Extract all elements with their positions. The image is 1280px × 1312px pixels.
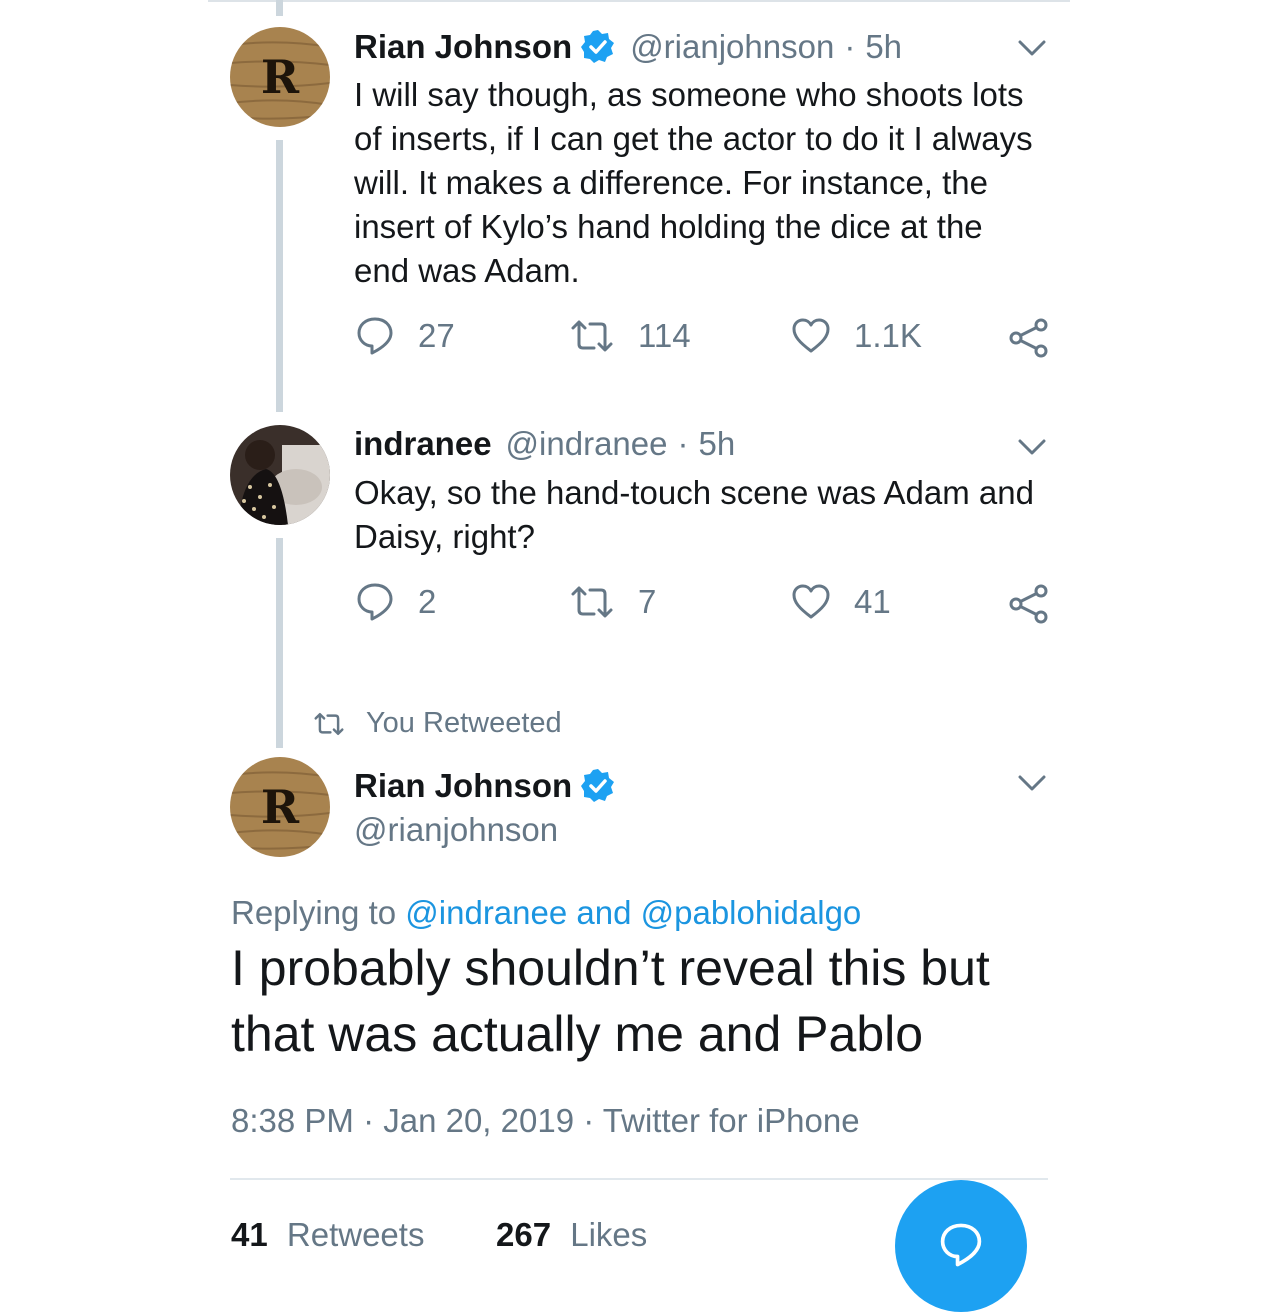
replying-to-link[interactable]: @indranee and @pablohidalgo (405, 894, 861, 931)
avatar[interactable] (230, 425, 330, 525)
divider (230, 1178, 1048, 1180)
author-name[interactable]: Rian Johnson (354, 767, 572, 805)
avatar[interactable]: R (230, 757, 330, 857)
retweets-label: Retweets (286, 1216, 425, 1253)
retweet-count: 7 (638, 583, 657, 620)
retweets-stat[interactable]: 41 Retweets (231, 1216, 424, 1254)
retweet-button[interactable]: 114 (570, 316, 691, 356)
like-count: 41 (854, 583, 891, 620)
like-icon (792, 584, 830, 619)
thread-line (276, 0, 283, 16)
compose-reply-button[interactable] (895, 1180, 1027, 1312)
tweet-text-line: will. It makes a difference. For instanc… (354, 164, 989, 201)
reply-count: 2 (418, 583, 437, 620)
author-name[interactable]: indranee (354, 425, 492, 463)
chevron-down-icon[interactable] (1018, 38, 1046, 58)
retweet-button[interactable]: 7 (570, 582, 656, 622)
like-icon (792, 318, 830, 353)
svg-text:R: R (261, 780, 300, 834)
retweet-icon (313, 710, 345, 743)
tweet-time: 5h (865, 28, 903, 65)
chevron-down-icon[interactable] (1018, 437, 1046, 457)
likes-count: 267 (496, 1216, 552, 1253)
reply-count: 27 (418, 317, 455, 354)
like-count: 1.1K (854, 317, 922, 354)
tweet-text-line: of inserts, if I can get the actor to do… (354, 120, 1033, 157)
reply-icon (357, 317, 393, 355)
compose-reply-icon (940, 1223, 982, 1267)
tweet-timestamp[interactable]: 8:38 PM · Jan 20, 2019 · Twitter for iPh… (231, 1102, 860, 1140)
separator-dot: · (844, 28, 856, 65)
tweet-text-line: end was Adam. (354, 252, 580, 289)
retweet-icon (571, 320, 613, 352)
verified-badge-icon (580, 768, 616, 804)
tweet-header: Rian Johnson @rianjohnson · 5h (354, 28, 902, 66)
tweet-header: Rian Johnson (354, 767, 630, 805)
share-icon[interactable] (1008, 318, 1048, 363)
share-icon[interactable] (1008, 584, 1048, 629)
tweet-text-line: insert of Kylo’s hand holding the dice a… (354, 208, 983, 245)
replying-to: Replying to @indranee and @pablohidalgo (231, 894, 861, 932)
tweet-text-line: Okay, so the hand-touch scene was Adam a… (354, 474, 1034, 511)
thread-line (276, 140, 283, 412)
reply-button[interactable]: 2 (356, 582, 436, 622)
author-name[interactable]: Rian Johnson (354, 28, 572, 66)
avatar[interactable]: R (230, 27, 330, 127)
like-button[interactable]: 41 (792, 582, 891, 622)
likes-label: Likes (570, 1216, 648, 1253)
top-divider (208, 0, 1070, 2)
tweet-text-line: I probably shouldn’t reveal this but (231, 940, 990, 996)
reply-button[interactable]: 27 (356, 316, 455, 356)
chevron-down-icon[interactable] (1018, 773, 1046, 793)
verified-badge-icon (580, 29, 616, 65)
author-handle[interactable]: @rianjohnson (630, 28, 834, 66)
reply-icon (357, 583, 393, 621)
svg-text:R: R (261, 50, 300, 104)
author-handle[interactable]: @rianjohnson (354, 811, 558, 849)
tweet-text-line: Daisy, right? (354, 518, 535, 555)
author-handle[interactable]: @indranee (506, 425, 668, 463)
retweets-count: 41 (231, 1216, 268, 1253)
main-tweet-text: I probably shouldn’t reveal this but tha… (231, 935, 1051, 1067)
retweet-count: 114 (638, 317, 691, 354)
tweet-text-line: that was actually me and Pablo (231, 1006, 924, 1062)
tweet-text: Okay, so the hand-touch scene was Adam a… (354, 471, 1054, 559)
tweet-time: 5h (698, 425, 736, 462)
tweet-header: indranee @indranee · 5h (354, 425, 735, 463)
like-button[interactable]: 1.1K (792, 316, 922, 356)
tweet-text-line: I will say though, as someone who shoots… (354, 76, 1024, 113)
thread-line (276, 538, 283, 748)
tweet-text: I will say though, as someone who shoots… (354, 73, 1054, 293)
retweet-notice: You Retweeted (366, 707, 562, 739)
retweet-icon (571, 586, 613, 618)
separator-dot: · (677, 425, 689, 462)
replying-prefix: Replying to (231, 894, 397, 931)
likes-stat[interactable]: 267 Likes (496, 1216, 647, 1254)
